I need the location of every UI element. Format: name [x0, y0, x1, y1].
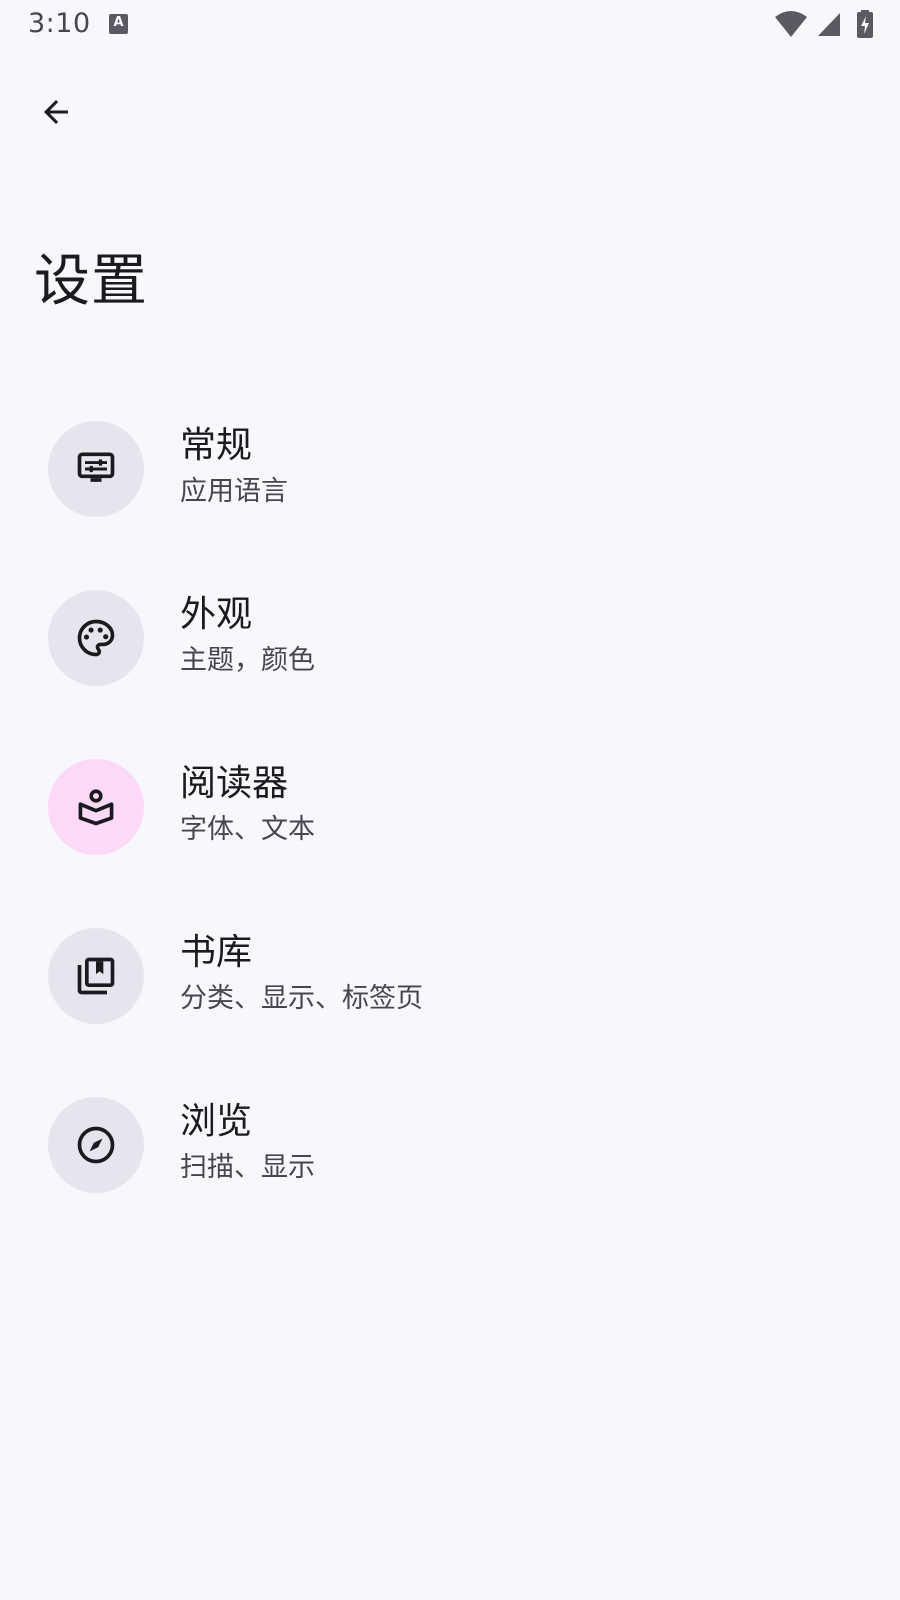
item-icon-container [48, 590, 144, 686]
settings-item-library[interactable]: 书库 分类、显示、标签页 [0, 887, 900, 1056]
local-library-icon [78, 789, 114, 826]
item-title: 阅读器 [180, 763, 289, 804]
item-icon-container [48, 421, 144, 517]
item-icon-container [48, 759, 144, 855]
settings-display-icon [77, 452, 115, 482]
back-button[interactable] [28, 84, 84, 140]
item-icon-container [48, 928, 144, 1024]
a-keyboard-icon: A [109, 14, 128, 34]
status-bar: 3:10 A [0, 0, 900, 50]
settings-item-appearance[interactable]: 外观 主题，颜色 [0, 549, 900, 718]
item-title: 浏览 [180, 1101, 253, 1142]
item-subtitle: 字体、文本 [180, 814, 315, 845]
arrow-back-icon [44, 100, 68, 124]
settings-item-general[interactable]: 常规 应用语言 [0, 380, 900, 549]
battery-charging-icon [857, 10, 873, 38]
wifi-icon [775, 11, 807, 37]
collections-bookmark-icon [77, 957, 115, 995]
settings-item-reader[interactable]: 阅读器 字体、文本 [0, 718, 900, 887]
item-subtitle: 主题，颜色 [180, 645, 315, 676]
item-subtitle: 扫描、显示 [180, 1152, 315, 1183]
page-title: 设置 [34, 249, 148, 314]
settings-item-browse[interactable]: 浏览 扫描、显示 [0, 1056, 900, 1225]
item-title: 书库 [180, 932, 253, 973]
item-icon-container [48, 1097, 144, 1193]
signal-icon [818, 13, 840, 36]
settings-list: 常规 应用语言 外观 主题，颜色 阅读器 字体、文本 书库 分类、显示、标签页 … [0, 380, 900, 1225]
item-subtitle: 应用语言 [180, 476, 288, 507]
status-time: 3:10 [28, 8, 91, 39]
palette-icon [77, 619, 115, 657]
item-title: 常规 [180, 425, 253, 466]
item-title: 外观 [180, 594, 253, 635]
explore-icon [77, 1126, 115, 1164]
item-subtitle: 分类、显示、标签页 [180, 983, 423, 1014]
